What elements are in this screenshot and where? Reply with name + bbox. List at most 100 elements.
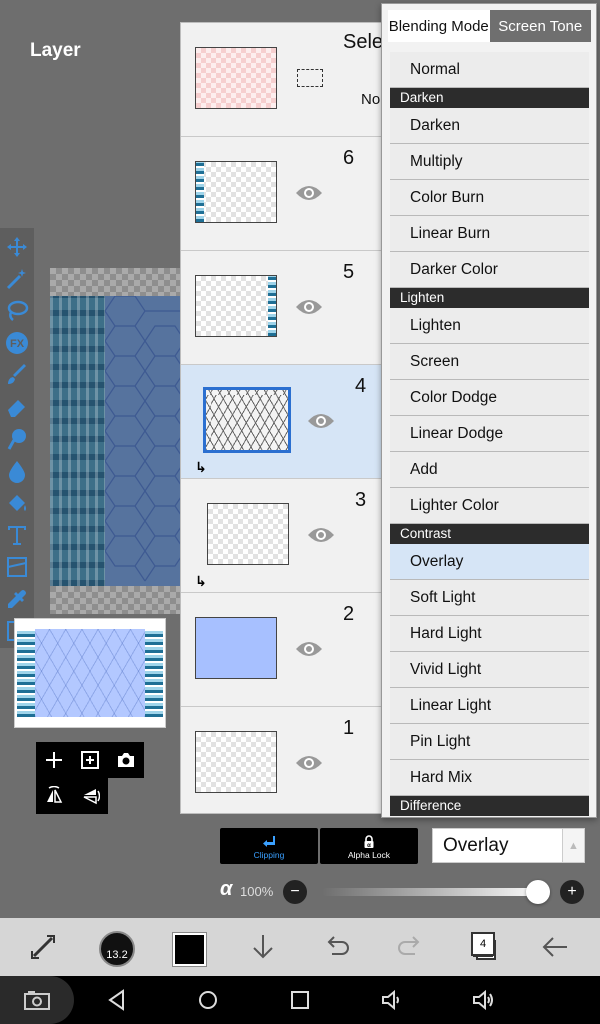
- blend-option[interactable]: Linear Burn: [390, 216, 589, 252]
- blend-option[interactable]: Linear Light: [390, 688, 589, 724]
- blend-option[interactable]: Pin Light: [390, 724, 589, 760]
- blend-option[interactable]: Hard Light: [390, 616, 589, 652]
- redo-icon: [398, 936, 420, 955]
- artwork-hex-pattern: [104, 295, 186, 586]
- artwork-canvas[interactable]: [50, 268, 186, 614]
- blend-option[interactable]: Color Dodge: [390, 380, 589, 416]
- fx-filter-icon[interactable]: FX: [4, 330, 30, 356]
- opacity-slider-track[interactable]: [322, 888, 548, 896]
- system-nav-bar: [0, 976, 600, 1024]
- opacity-decrease-button[interactable]: −: [283, 880, 307, 904]
- blend-option-selected[interactable]: Overlay: [390, 544, 589, 580]
- layer-thumbnail: [207, 503, 289, 565]
- flip-vertical-button[interactable]: [72, 778, 108, 814]
- layer-number: 1: [343, 717, 355, 739]
- eraser-tool-icon[interactable]: [4, 394, 30, 420]
- blend-option[interactable]: Add: [390, 452, 589, 488]
- svg-text:α: α: [367, 843, 371, 849]
- transform-icon: [31, 935, 55, 959]
- hexagon-pattern-icon: [104, 295, 186, 582]
- layer-count-badge: 4: [471, 932, 495, 956]
- camera-layer-button[interactable]: [108, 742, 144, 778]
- visibility-eye-icon[interactable]: [307, 411, 335, 431]
- blend-option[interactable]: Darken: [390, 108, 589, 144]
- blend-option[interactable]: Darker Color: [390, 252, 589, 288]
- lock-icon: α: [364, 835, 374, 849]
- blend-section-header: Darken: [390, 88, 589, 108]
- tab-blending-mode[interactable]: Blending Mode: [388, 10, 490, 42]
- back-button[interactable]: [538, 930, 572, 964]
- nav-recents-icon[interactable]: [288, 988, 312, 1012]
- plus-icon: [46, 752, 62, 768]
- arrow-down-icon: [253, 935, 273, 959]
- blend-option[interactable]: Screen: [390, 344, 589, 380]
- layer-row-5[interactable]: 5 N: [181, 251, 391, 365]
- nav-back-icon[interactable]: [105, 988, 129, 1012]
- layer-thumbnail: [195, 731, 277, 793]
- blend-mode-select-value: Overlay: [443, 835, 509, 856]
- blend-mode-menu: Blending Mode Screen Tone Normal Darken …: [381, 3, 597, 818]
- move-tool-icon[interactable]: [4, 234, 30, 260]
- clipping-indicator-icon: ↳: [195, 573, 207, 589]
- layer-row-4[interactable]: 4 ↳ O: [181, 365, 391, 479]
- brush-tool-icon[interactable]: [4, 362, 30, 388]
- magic-wand-tool-icon[interactable]: [4, 266, 30, 292]
- transform-tool-button[interactable]: [26, 930, 60, 964]
- redo-button[interactable]: [393, 930, 427, 964]
- screenshot-icon: [24, 991, 50, 1010]
- screenshot-button[interactable]: [0, 976, 74, 1024]
- clipping-button[interactable]: Clipping: [220, 828, 318, 864]
- frame-divider-icon[interactable]: [4, 554, 30, 580]
- visibility-eye-icon[interactable]: [295, 639, 323, 659]
- blend-option[interactable]: Lighter Color: [390, 488, 589, 524]
- blend-option[interactable]: Linear Dodge: [390, 416, 589, 452]
- add-layer-button[interactable]: [36, 742, 72, 778]
- nav-home-icon[interactable]: [196, 988, 220, 1012]
- opacity-increase-button[interactable]: +: [560, 880, 584, 904]
- blend-option[interactable]: Normal: [390, 52, 589, 88]
- canvas-preview[interactable]: [14, 618, 166, 728]
- layer-row-6[interactable]: 6 N: [181, 137, 391, 251]
- volume-up-icon[interactable]: [471, 988, 495, 1012]
- layer-thumbnail: [195, 161, 277, 223]
- brush-size-indicator[interactable]: 13.2: [99, 931, 135, 967]
- layer-number: 3: [355, 489, 367, 511]
- visibility-eye-icon[interactable]: [295, 297, 323, 317]
- opacity-row: α 100% − +: [218, 878, 588, 906]
- opacity-slider-thumb[interactable]: [526, 880, 550, 904]
- visibility-eye-icon[interactable]: [307, 525, 335, 545]
- blend-option[interactable]: Vivid Light: [390, 652, 589, 688]
- add-copy-icon: [81, 751, 99, 769]
- color-swatch[interactable]: [172, 932, 207, 967]
- alpha-lock-button[interactable]: α Alpha Lock: [320, 828, 418, 864]
- layer-row-2[interactable]: 2 N: [181, 593, 391, 707]
- blend-mode-select[interactable]: Overlay ▲: [432, 828, 585, 863]
- visibility-eye-icon[interactable]: [295, 753, 323, 773]
- blend-option[interactable]: Hard Mix: [390, 760, 589, 796]
- alpha-lock-label: Alpha Lock: [347, 850, 391, 860]
- layer-thumbnail-selected: [203, 387, 291, 453]
- layer-actions: [36, 742, 144, 814]
- undo-button[interactable]: [320, 930, 354, 964]
- blend-option[interactable]: Lighten: [390, 308, 589, 344]
- blend-option[interactable]: Multiply: [390, 144, 589, 180]
- flip-horizontal-button[interactable]: [36, 778, 72, 814]
- selection-layer-row[interactable]: Selection Layer No: [181, 23, 391, 137]
- layer-row-1[interactable]: 1 N: [181, 707, 391, 813]
- lasso-tool-icon[interactable]: [4, 298, 30, 324]
- visibility-eye-icon[interactable]: [295, 183, 323, 203]
- blend-option[interactable]: Soft Light: [390, 580, 589, 616]
- save-down-button[interactable]: [246, 930, 280, 964]
- arrow-left-icon: [542, 937, 567, 957]
- tab-screen-tone[interactable]: Screen Tone: [489, 10, 591, 42]
- text-tool-icon[interactable]: [4, 522, 30, 548]
- add-image-layer-button[interactable]: [72, 742, 108, 778]
- blend-option[interactable]: Color Burn: [390, 180, 589, 216]
- eyedropper-tool-icon[interactable]: [4, 586, 30, 612]
- fill-bucket-icon[interactable]: [4, 490, 30, 516]
- volume-down-icon[interactable]: [380, 988, 404, 1012]
- blur-tool-icon[interactable]: [4, 458, 30, 484]
- layer-row-3[interactable]: 3 ↳ N: [181, 479, 391, 593]
- tool-strip: FX: [0, 228, 34, 648]
- smudge-tool-icon[interactable]: [4, 426, 30, 452]
